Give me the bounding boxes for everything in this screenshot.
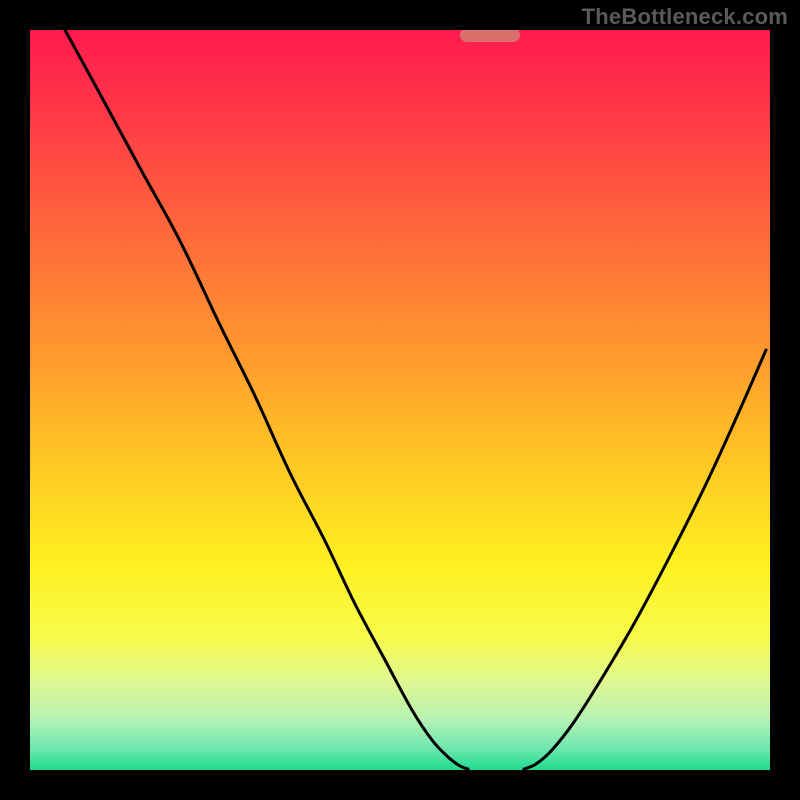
valley-marker: [460, 30, 520, 42]
bottleneck-chart: [30, 30, 770, 770]
watermark-text: TheBottleneck.com: [582, 4, 788, 30]
gradient-background: [30, 30, 770, 770]
chart-frame: TheBottleneck.com: [0, 0, 800, 800]
